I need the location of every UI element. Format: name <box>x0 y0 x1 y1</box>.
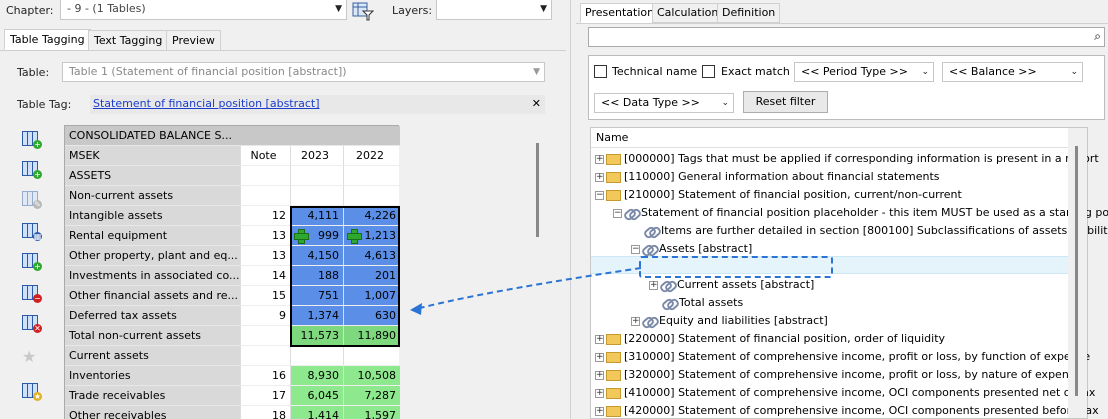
link-arrow <box>410 267 642 315</box>
